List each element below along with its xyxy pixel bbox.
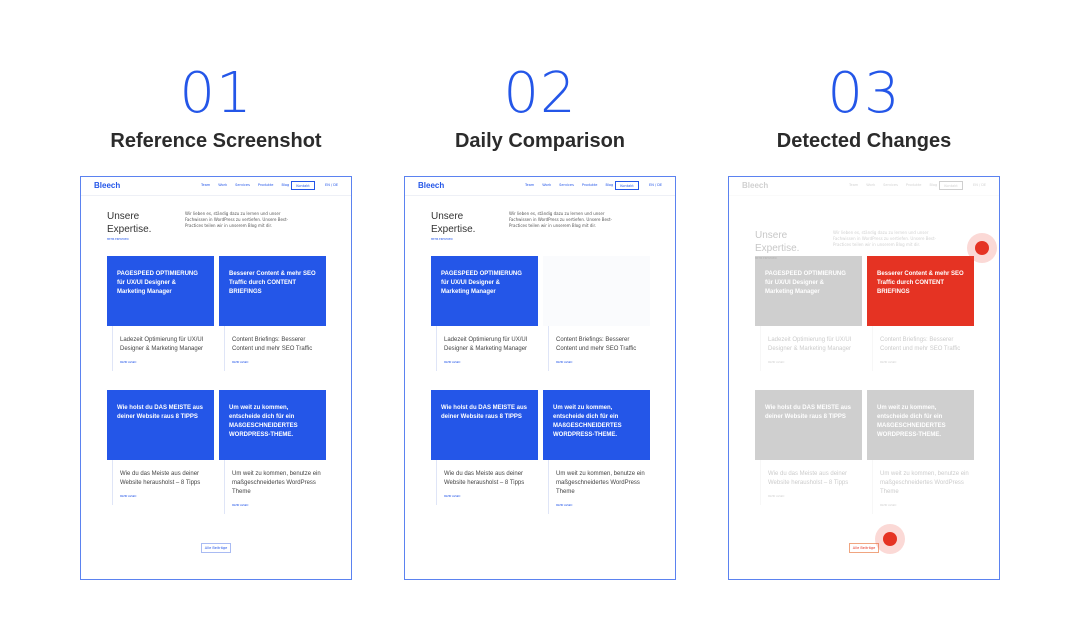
kontakt-button[interactable]: Kontakt [615,181,639,190]
all-posts-button[interactable]: Alle Beiträge [849,543,879,553]
language-switch[interactable]: EN / DE [649,183,662,187]
nav-link[interactable]: Team [201,183,210,187]
read-more-link[interactable]: MEHR LESEN [120,492,214,501]
hero-text: Wir lieben es, ständig dazu zu lernen un… [509,211,612,228]
card-caption: Content Briefings: Besserer Content und … [548,326,650,371]
blog-card[interactable]: Wie holst du DAS MEISTE aus deiner Websi… [431,390,538,505]
nav-link[interactable]: Produkte [258,183,274,187]
blog-card[interactable]: Wie holst du DAS MEISTE aus deiner Websi… [107,390,214,505]
nav-link[interactable]: Blog [929,183,937,187]
blog-card[interactable]: Um weit zu kommen, entscheide dich für e… [543,390,650,514]
read-more-link[interactable]: MEHR LESEN [556,501,650,510]
step-number: 01 [179,61,253,126]
nav-link[interactable]: Services [883,183,898,187]
card-image[interactable]: Wie holst du DAS MEISTE aus deiner Websi… [755,390,862,460]
card-image[interactable]: PAGESPEED OPTIMIERUNG für UX/UI Designer… [107,256,214,326]
nav-link[interactable]: Produkte [582,183,598,187]
blog-card[interactable]: PAGESPEED OPTIMIERUNG für UX/UI Designer… [431,256,538,371]
language-switch[interactable]: EN / DE [973,183,986,187]
nav-links: Team Work Services Produkte Blog [201,183,289,187]
all-posts-button[interactable]: Alle Beiträge [201,543,231,553]
hero-title: Unsere Expertise. [755,230,800,254]
blog-card[interactable]: Um weit zu kommen, entscheide dich für e… [867,390,974,514]
card-caption: Um weit zu kommen, benutze ein maßgeschn… [224,460,326,514]
read-more-link[interactable]: MEHR LESEN [232,358,326,367]
read-more-link[interactable]: MEHR LESEN [556,358,650,367]
nav-link[interactable]: Work [866,183,875,187]
blog-card[interactable]: Content Briefings: Besserer Content und … [543,256,650,371]
card-image[interactable]: Um weit zu kommen, entscheide dich für e… [543,390,650,460]
blog-card[interactable]: PAGESPEED OPTIMIERUNG für UX/UI Designer… [755,256,862,371]
card-caption: Wie du das Meiste aus deiner Website her… [436,460,538,505]
hero-text: Wir lieben es, ständig dazu zu lernen un… [185,211,288,228]
read-more-link[interactable]: MEHR LESEN [768,492,862,501]
card-image[interactable]: Um weit zu kommen, entscheide dich für e… [219,390,326,460]
nav-link[interactable]: Team [849,183,858,187]
card-caption: Content Briefings: Besserer Content und … [224,326,326,371]
site-nav: Bleech Team Work Services Produkte Blog Kont… [405,177,675,196]
website-screenshot: Bleech Team Work Services Produkte Blog Kont… [728,176,1000,580]
nav-links: Team Work Services Produkte Blog [525,183,613,187]
nav-link[interactable]: Produkte [906,183,922,187]
website-screenshot: Bleech Team Work Services Produkte Blog Kont… [404,176,676,580]
hero-more-link[interactable]: MEHR ERFAHREN [107,238,128,241]
step-number: 02 [503,61,577,126]
card-caption: Wie du das Meiste aus deiner Website her… [112,460,214,505]
blog-card[interactable]: Um weit zu kommen, entscheide dich für e… [219,390,326,514]
card-image[interactable]: Um weit zu kommen, entscheide dich für e… [867,390,974,460]
nav-link[interactable]: Work [542,183,551,187]
nav-link[interactable]: Services [559,183,574,187]
step-number: 03 [827,61,901,126]
site-logo[interactable]: Bleech [418,181,444,190]
read-more-link[interactable]: MEHR LESEN [880,501,974,510]
nav-link[interactable]: Work [218,183,227,187]
nav-link[interactable]: Blog [281,183,289,187]
kontakt-button[interactable]: Kontakt [939,181,963,190]
card-caption: Um weit zu kommen, benutze ein maßgeschn… [548,460,650,514]
blog-card[interactable]: Wie holst du DAS MEISTE aus deiner Websi… [755,390,862,505]
card-image[interactable]: Besserer Content & mehr SEO Traffic durc… [867,256,974,326]
hero-title: Unsere Expertise. [107,211,152,235]
hero-more-link[interactable]: MEHR ERFAHREN [431,238,452,241]
blog-card[interactable]: Besserer Content & mehr SEO Traffic durc… [867,256,974,371]
read-more-link[interactable]: MEHR LESEN [768,358,862,367]
site-logo[interactable]: Bleech [94,181,120,190]
kontakt-button[interactable]: Kontakt [291,181,315,190]
site-nav: Bleech Team Work Services Produkte Blog Kont… [729,177,999,196]
card-image[interactable]: PAGESPEED OPTIMIERUNG für UX/UI Designer… [755,256,862,326]
site-nav: Bleech Team Work Services Produkte Blog Kont… [81,177,351,196]
change-marker [967,233,997,263]
blog-card[interactable]: PAGESPEED OPTIMIERUNG für UX/UI Designer… [107,256,214,371]
card-caption: Ladezeit Optimierung für UX/UI Designer … [436,326,538,371]
card-image[interactable]: Wie holst du DAS MEISTE aus deiner Websi… [107,390,214,460]
card-caption: Um weit zu kommen, benutze ein maßgeschn… [872,460,974,514]
card-image[interactable]: Wie holst du DAS MEISTE aus deiner Websi… [431,390,538,460]
card-caption: Ladezeit Optimierung für UX/UI Designer … [112,326,214,371]
card-image[interactable] [543,256,650,326]
step-title: Reference Screenshot [110,130,322,152]
hero-title: Unsere Expertise. [431,211,476,235]
read-more-link[interactable]: MEHR LESEN [232,501,326,510]
card-image[interactable]: PAGESPEED OPTIMIERUNG für UX/UI Designer… [431,256,538,326]
read-more-link[interactable]: MEHR LESEN [880,358,974,367]
language-switch[interactable]: EN / DE [325,183,338,187]
card-caption: Ladezeit Optimierung für UX/UI Designer … [760,326,862,371]
card-image[interactable]: Besserer Content & mehr SEO Traffic durc… [219,256,326,326]
blog-card[interactable]: Besserer Content & mehr SEO Traffic durc… [219,256,326,371]
nav-links: Team Work Services Produkte Blog [849,183,937,187]
nav-link[interactable]: Services [235,183,250,187]
website-screenshot: Bleech Team Work Services Produkte Blog Kont… [80,176,352,580]
card-caption: Content Briefings: Besserer Content und … [872,326,974,371]
read-more-link[interactable]: MEHR LESEN [444,358,538,367]
change-marker [875,524,905,554]
read-more-link[interactable]: MEHR LESEN [444,492,538,501]
card-caption: Wie du das Meiste aus deiner Website her… [760,460,862,505]
site-logo[interactable]: Bleech [742,181,768,190]
read-more-link[interactable]: MEHR LESEN [120,358,214,367]
step-title: Detected Changes [776,130,952,152]
nav-link[interactable]: Team [525,183,534,187]
nav-link[interactable]: Blog [605,183,613,187]
hero-text: Wir lieben es, ständig dazu zu lernen un… [833,230,936,247]
step-title: Daily Comparison [454,130,626,152]
